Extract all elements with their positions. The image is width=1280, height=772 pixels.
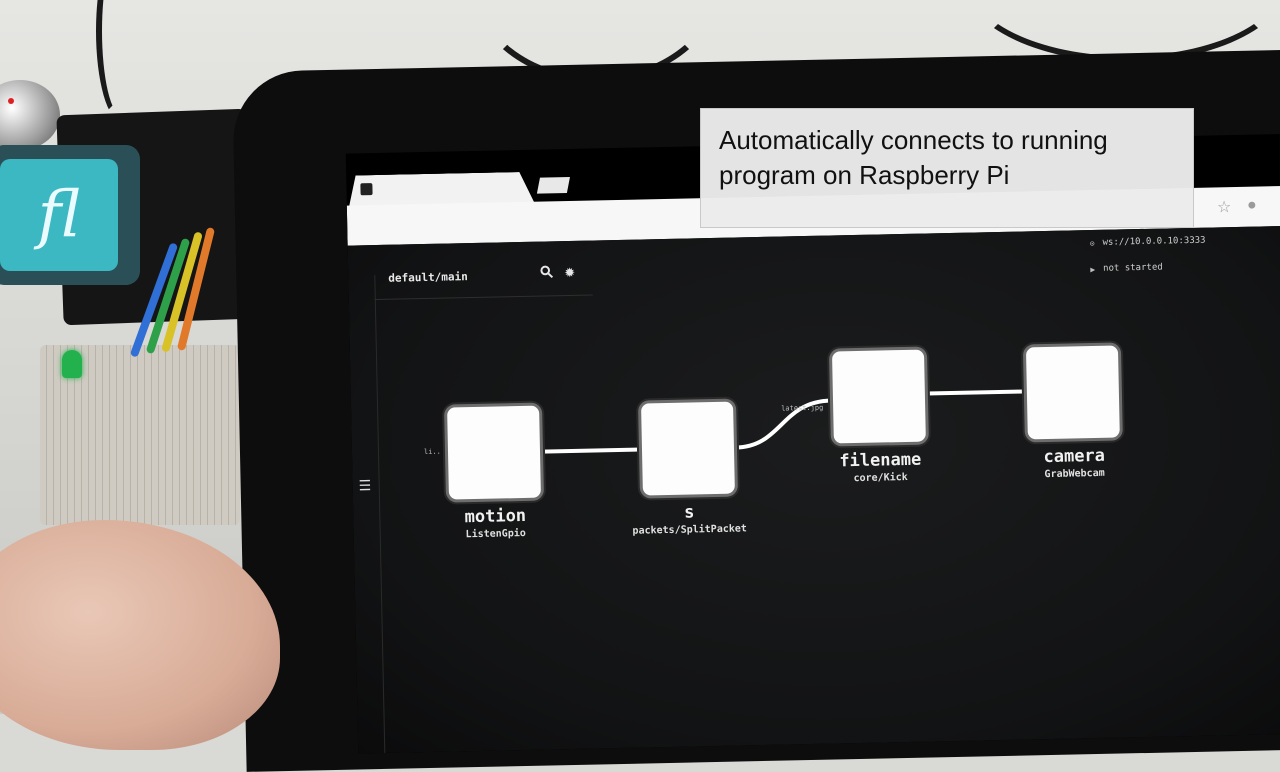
caption-line-1: Automatically connects to running xyxy=(719,125,1108,155)
port-label-filename-in: latest.jpg xyxy=(781,403,824,413)
port-label-motion-out: li.. xyxy=(423,447,441,457)
caption-line-2: program on Raspberry Pi xyxy=(719,160,1010,190)
flowhub-badge: fl xyxy=(0,145,140,285)
caption-box: Automatically connects to running progra… xyxy=(700,108,1194,228)
node-camera[interactable] xyxy=(1025,345,1120,440)
favicon-icon xyxy=(360,183,372,195)
node-s[interactable] xyxy=(641,401,735,496)
sensor-led xyxy=(8,98,14,104)
new-tab-button[interactable] xyxy=(536,176,570,194)
flowhub-logo: fl xyxy=(0,159,118,271)
node-label-camera: camera xyxy=(1043,445,1106,468)
node-label-filename: filename xyxy=(839,449,922,472)
node-filename[interactable] xyxy=(831,349,926,444)
edge-filename-camera[interactable] xyxy=(926,389,1025,396)
node-label-motion: motion xyxy=(464,505,527,528)
mic-icon[interactable]: ● xyxy=(1247,197,1257,215)
star-icon[interactable]: ☆ xyxy=(1217,197,1232,217)
node-motion[interactable] xyxy=(447,405,541,500)
green-led xyxy=(62,350,82,378)
noflo-ui: default/main ✹ ☰ ⊙ ws://10.0.0.10:3333 ▶… xyxy=(347,225,1280,754)
node-label-s: s xyxy=(683,502,695,523)
caption-text: Automatically connects to running progra… xyxy=(719,123,1175,193)
edge-motion-s[interactable] xyxy=(541,447,641,454)
